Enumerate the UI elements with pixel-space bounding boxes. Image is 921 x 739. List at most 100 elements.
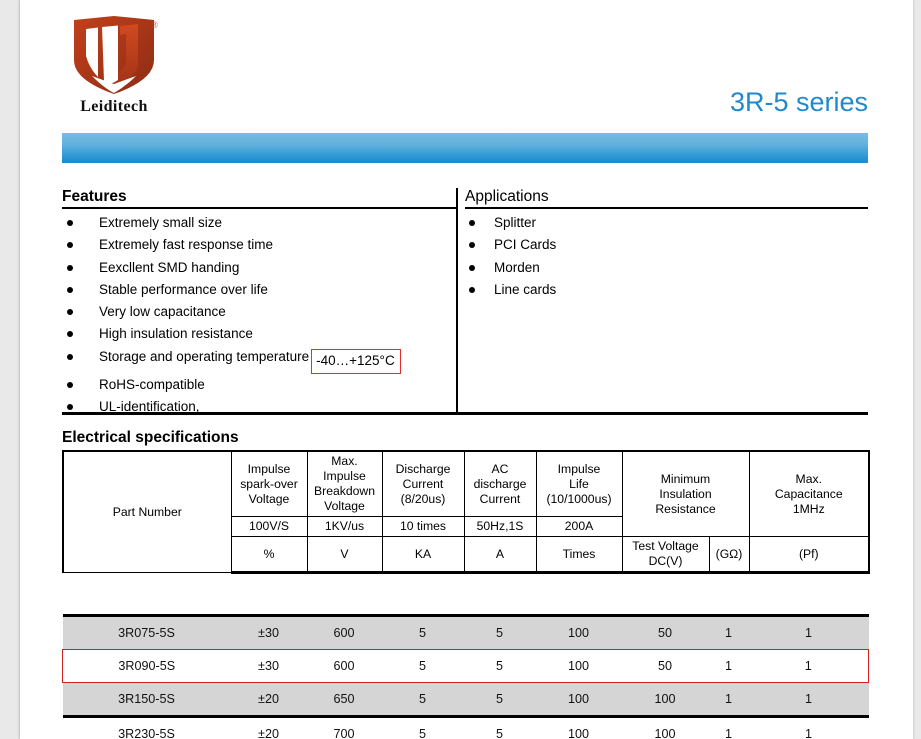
line: Test Voltage: [632, 539, 699, 553]
cell-impulse-sparkover: ±30: [230, 615, 307, 650]
applications-column: Applications Splitter PCI Cards Morden L…: [456, 188, 868, 412]
line: Voltage: [324, 499, 365, 513]
application-label: Splitter: [494, 215, 537, 230]
unit-sparkover: %: [230, 536, 308, 574]
line: spark-over: [240, 476, 298, 491]
unit-gigaohm: (GΩ): [708, 536, 750, 574]
line: Voltage: [248, 491, 290, 506]
line: Current: [402, 476, 444, 491]
spec-header-table: Part Number Impulse spark-over Voltage M…: [62, 450, 871, 574]
cell-impulse-life: 100: [535, 649, 622, 683]
line: Resistance: [655, 501, 716, 516]
unit-capacitance: (Pf): [748, 536, 871, 574]
cell-discharge-current: 5: [381, 682, 464, 718]
applications-heading: Applications: [465, 188, 868, 209]
feature-label: Eexcllent SMD handing: [99, 259, 240, 275]
line: Impulse: [323, 469, 366, 483]
bullet-icon: [67, 220, 73, 226]
application-item: Splitter: [465, 212, 868, 234]
feature-label: Storage and operating temperature: [99, 348, 310, 364]
bullet-icon: [67, 264, 73, 271]
application-item: PCI Cards: [465, 234, 868, 256]
feature-item-temperature: Storage and operating temperature -40…+12…: [62, 346, 456, 374]
col-discharge-current: Discharge Current (8/20us): [381, 450, 465, 517]
bullet-icon: [469, 242, 475, 249]
electrical-specifications-title: Electrical specifications: [62, 429, 239, 446]
table-row: 3R075-5S ±30 600 5 5 100 50 1 1: [62, 615, 869, 650]
feature-item: High insulation resistance: [62, 323, 456, 345]
feature-item: Stable performance over life: [62, 279, 456, 301]
cell-part-number: 3R150-5S: [62, 682, 231, 718]
col-part-number: Part Number: [62, 450, 232, 573]
line: Max.: [795, 471, 822, 486]
header-blue-bar: [62, 133, 868, 163]
cell-max-breakdown: 600: [306, 649, 382, 683]
cell-ac-discharge-current: 5: [463, 716, 536, 739]
cell-max-capacitance: 1: [748, 682, 869, 718]
bullet-icon: [67, 381, 73, 388]
features-applications-block: Features Extremely small size Extremely …: [62, 188, 868, 415]
feature-item: Extremely fast response time: [62, 234, 456, 256]
bullet-icon: [67, 404, 73, 411]
company-name: Leiditech: [80, 98, 148, 115]
line: Insulation: [659, 486, 712, 501]
cell-discharge-current: 5: [381, 615, 464, 650]
cell-max-capacitance: 1: [748, 716, 869, 739]
line: Discharge: [395, 461, 451, 476]
bullet-icon: [67, 286, 73, 293]
line: DC(V): [648, 554, 683, 568]
application-item: Morden: [465, 257, 868, 279]
line: Impulse: [247, 461, 291, 476]
feature-label: Stable performance over life: [99, 281, 268, 297]
feature-item: RoHS-compatible: [62, 374, 456, 396]
bullet-icon: [67, 242, 73, 249]
table-row: 3R230-5S ±20 700 5 5 100 100 1 1: [62, 716, 869, 739]
unit-ac-discharge: A: [463, 536, 537, 574]
bullet-icon: [469, 220, 475, 226]
line: Impulse: [557, 461, 601, 476]
line: Minimum: [660, 471, 711, 486]
line: discharge: [473, 476, 527, 491]
feature-label: Very low capacitance: [99, 304, 226, 320]
col-impulse-life: Impulse Life (10/1000us): [535, 450, 623, 517]
cell-discharge-current: 5: [381, 716, 464, 739]
temperature-highlight-box: -40…+125°C: [311, 348, 401, 374]
applications-list: Splitter PCI Cards Morden Line cards: [465, 209, 868, 301]
feature-label: Extremely fast response time: [99, 237, 274, 253]
leiditech-shield-icon: ®: [68, 14, 160, 96]
col-minimum-insulation-resistance: Minimum Insulation Resistance: [621, 450, 750, 537]
application-label: Line cards: [494, 281, 557, 297]
cell-max-capacitance: 1: [748, 615, 869, 650]
bullet-icon: [67, 331, 73, 338]
feature-label: UL-identification,: [99, 399, 200, 415]
cond-discharge: 10 times: [381, 516, 465, 537]
cell-part-number: 3R090-5S: [62, 649, 231, 683]
unit-impulse-life: Times: [535, 536, 623, 574]
line: Breakdown: [314, 484, 375, 498]
cell-insulation-gohm: 1: [708, 649, 749, 683]
line: (8/20us): [400, 491, 446, 506]
feature-item: Very low capacitance: [62, 301, 456, 323]
bullet-icon: [67, 309, 73, 316]
cell-impulse-life: 100: [535, 615, 622, 650]
registered-trademark-icon: ®: [151, 20, 158, 30]
part-data-body: 3R075-5S ±30 600 5 5 100 50 1 1 3R090-5S ±30 600 5 5 1…: [62, 615, 869, 739]
company-logo: ® Leiditech: [62, 14, 168, 126]
cell-max-capacitance: 1: [748, 649, 869, 683]
cell-impulse-sparkover: ±20: [230, 716, 307, 739]
spec-header-row: Part Number Impulse spark-over Voltage M…: [62, 450, 871, 573]
cell-max-breakdown: 700: [306, 716, 382, 739]
application-label: Morden: [494, 259, 540, 275]
cell-test-voltage: 100: [621, 682, 709, 718]
cond-breakdown: 1KV/us: [306, 516, 383, 537]
cell-impulse-life: 100: [535, 682, 622, 718]
application-item: Line cards: [465, 279, 868, 301]
feature-label: High insulation resistance: [99, 326, 253, 342]
col-max-impulse-breakdown-voltage: Max. Impulse Breakdown Voltage: [306, 450, 383, 517]
line: Capacitance: [774, 486, 843, 501]
line: (10/1000us): [546, 491, 612, 506]
unit-breakdown: V: [306, 536, 383, 574]
line: Life: [569, 476, 589, 491]
cell-test-voltage: 50: [621, 615, 709, 650]
page-content: ® Leiditech 3R-5 series Features Extreme…: [62, 0, 871, 739]
